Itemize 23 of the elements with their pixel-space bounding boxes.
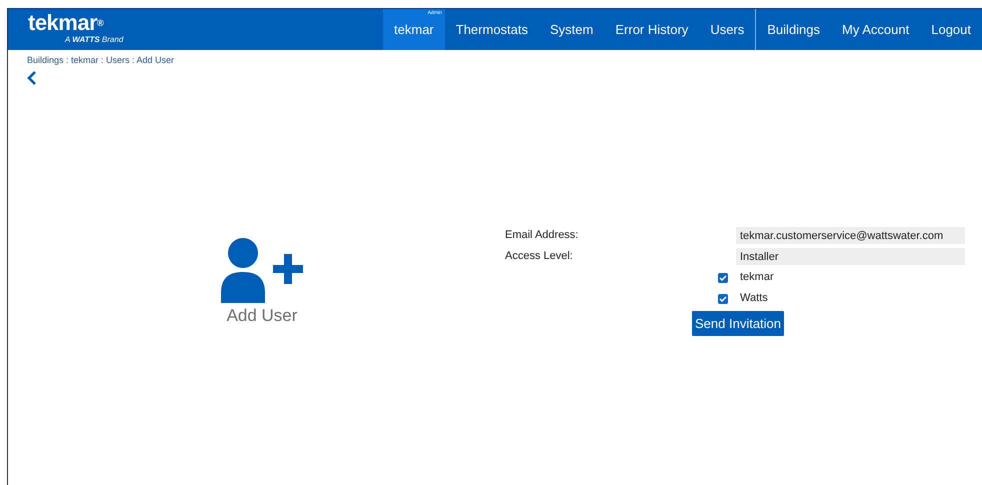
nav-tab[interactable]: My Account <box>831 9 920 50</box>
page-title: Add User <box>226 306 298 326</box>
chevron-left-icon <box>27 71 37 85</box>
checkbox[interactable] <box>718 272 728 282</box>
field-label: Access Level: <box>505 249 574 264</box>
send-invitation-button[interactable]: Send Invitation <box>692 311 784 336</box>
nav-tab[interactable]: Users <box>699 9 756 50</box>
nav-tab[interactable]: Thermostats <box>444 9 540 50</box>
back-button[interactable] <box>27 71 37 85</box>
nav-tab[interactable]: System <box>539 9 604 50</box>
logo-tagline: A WATTS Brand <box>64 35 124 45</box>
field-label: Email Address: <box>505 228 580 244</box>
checkbox[interactable] <box>718 294 728 304</box>
input-field[interactable]: Installer <box>736 248 965 265</box>
nav-tab[interactable]: Buildings <box>756 9 832 50</box>
checkbox-label: tekmar <box>740 270 774 286</box>
checkbox-label: Watts <box>740 291 768 306</box>
nav-tab[interactable]: Error History <box>604 9 700 50</box>
add-user-icon <box>220 237 304 303</box>
nav-tab[interactable]: Logout <box>920 9 982 50</box>
breadcrumb[interactable]: Buildings : tekmar : Users : Add User <box>27 54 982 66</box>
input-field[interactable]: tekmar.customerservice@wattswater.com <box>736 227 965 244</box>
logo[interactable]: tekmar$^{®}$ <box>28 11 372 35</box>
